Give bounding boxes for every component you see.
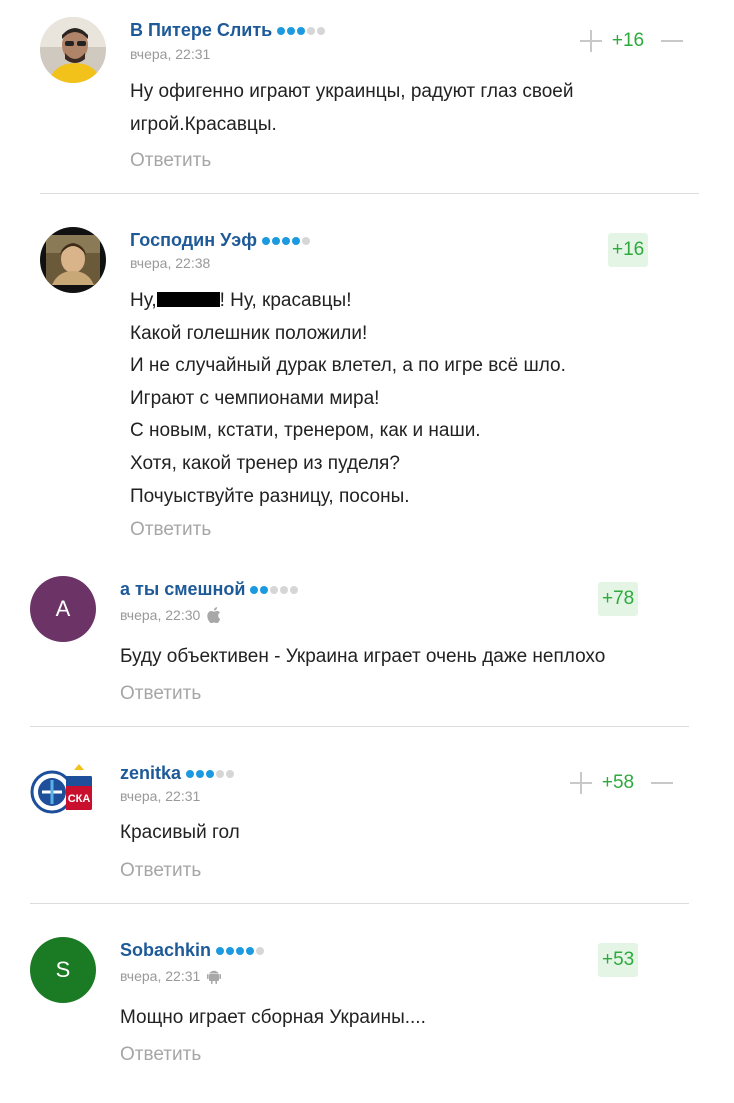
comment-time: вчера, 22:31 <box>130 46 211 62</box>
divider <box>30 726 689 727</box>
divider <box>30 903 689 904</box>
redacted-word <box>156 292 220 307</box>
rating-dots <box>186 769 235 778</box>
comment-text: Ну офигенно играют украинцы, радуют глаз… <box>130 81 574 135</box>
comment-score: +53 <box>598 943 639 977</box>
user-avatar[interactable] <box>40 17 106 83</box>
avatar-letter: S <box>55 957 71 982</box>
comment-time: вчера, 22:31 <box>120 968 222 984</box>
user-avatar[interactable]: S <box>30 937 96 1003</box>
rating-dots <box>261 236 311 245</box>
comment-score: +16 <box>608 233 649 267</box>
avatar-letter: A <box>55 596 71 621</box>
comment-score: +78 <box>598 582 639 616</box>
comment-score: +16 <box>611 30 645 51</box>
author-name[interactable]: Sobachkin <box>120 940 265 961</box>
upvote-icon[interactable] <box>570 772 592 794</box>
reply-button[interactable]: Ответить <box>130 150 211 172</box>
downvote-icon[interactable] <box>661 30 683 52</box>
author-name[interactable]: а ты смешной <box>120 579 299 600</box>
comment-text: Красивый гол <box>120 822 240 843</box>
downvote-icon[interactable] <box>651 772 673 794</box>
comment-text: Буду объективен - Украина играет очень д… <box>120 646 606 667</box>
comment-text: Мощно играет сборная Украины.... <box>120 1007 426 1028</box>
user-photo-icon <box>40 17 106 83</box>
user-photo-icon <box>40 227 106 293</box>
comment-time: вчера, 22:38 <box>130 255 211 271</box>
upvote-icon[interactable] <box>580 30 602 52</box>
rating-dots <box>250 585 299 594</box>
user-avatar[interactable]: A <box>30 576 96 642</box>
author-name[interactable]: В Питере Слить <box>130 20 326 41</box>
svg-text:СКА: СКА <box>68 793 91 805</box>
apple-icon <box>207 607 221 623</box>
user-avatar[interactable]: СКА <box>30 760 96 826</box>
android-icon <box>207 968 222 984</box>
comment-time: вчера, 22:31 <box>120 788 201 804</box>
rating-dots <box>277 26 326 35</box>
reply-button[interactable]: Ответить <box>130 519 211 541</box>
author-name[interactable]: Господин Уэф <box>130 230 311 251</box>
author-name[interactable]: zenitka <box>120 763 235 784</box>
user-avatar[interactable] <box>40 227 106 293</box>
club-logos-icon: СКА <box>30 760 96 826</box>
comment-time: вчера, 22:30 <box>120 607 221 623</box>
comment-text: Ну,! Ну, красавцы! Какой голешник положи… <box>130 290 566 507</box>
reply-button[interactable]: Ответить <box>120 1044 201 1066</box>
reply-button[interactable]: Ответить <box>120 860 201 882</box>
divider <box>40 193 699 194</box>
comment-score: +58 <box>601 772 635 793</box>
reply-button[interactable]: Ответить <box>120 683 201 705</box>
rating-dots <box>216 946 265 955</box>
